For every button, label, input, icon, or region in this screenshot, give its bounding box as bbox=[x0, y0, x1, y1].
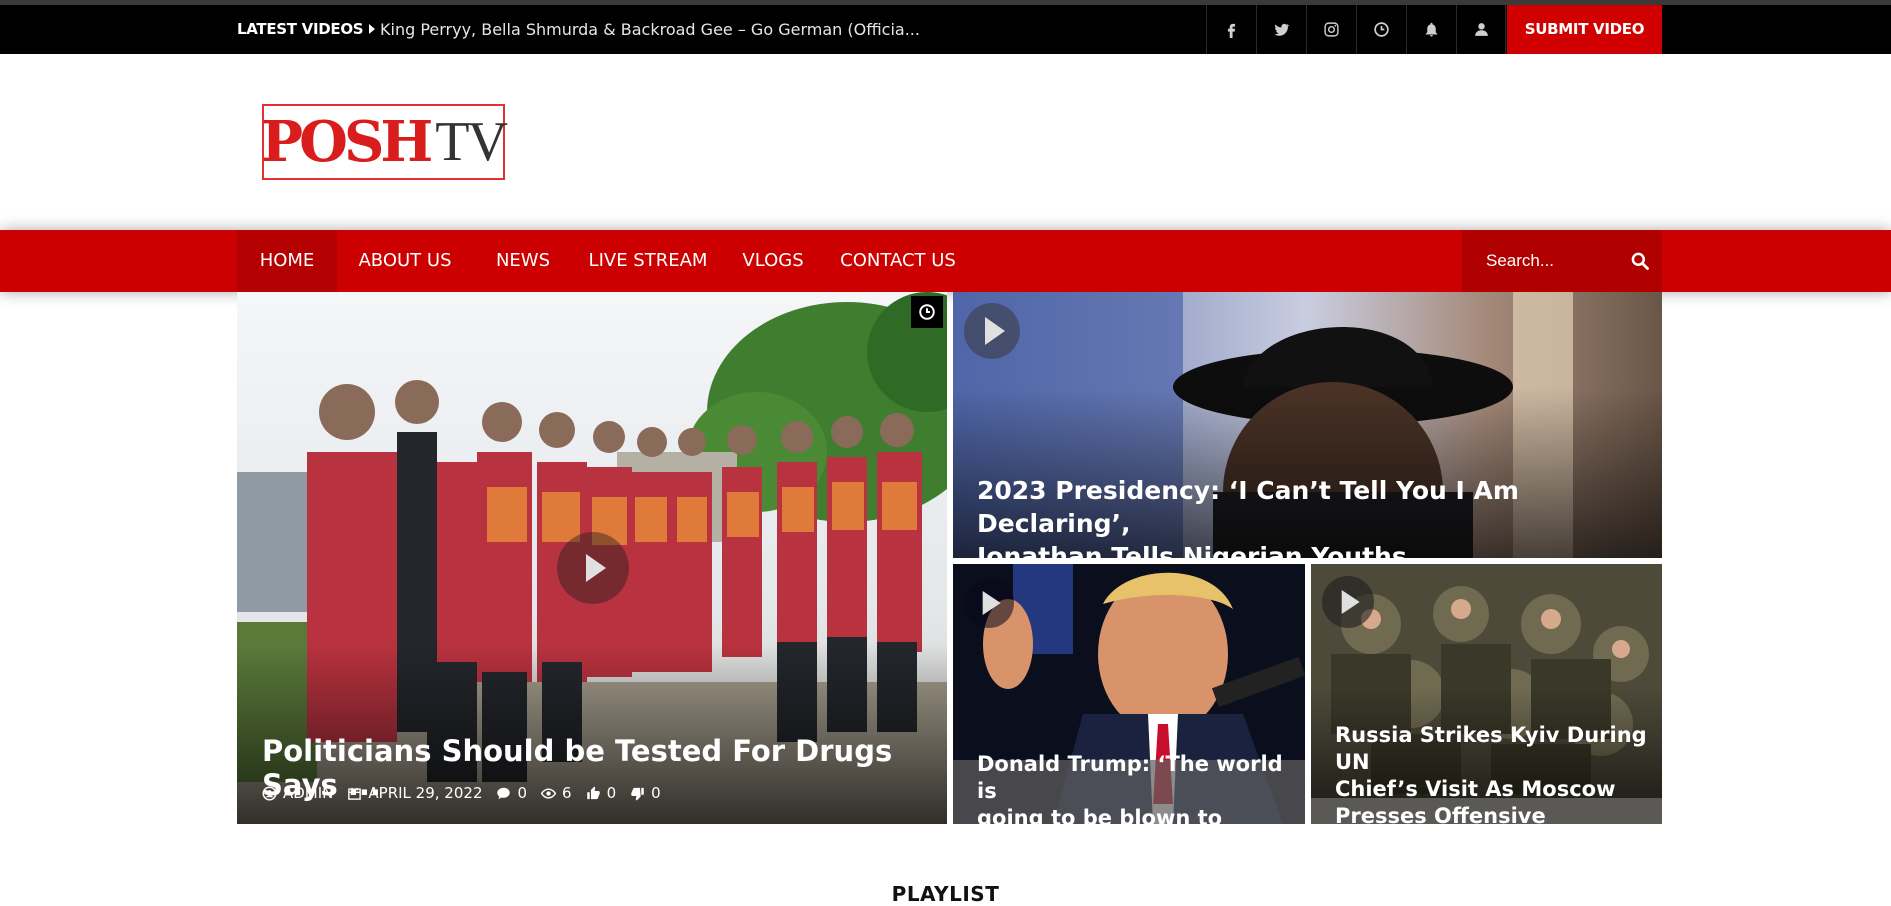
caret-right-icon bbox=[369, 24, 376, 34]
play-icon[interactable] bbox=[1322, 576, 1374, 628]
nav-item-contact-us[interactable]: CONTACT US bbox=[823, 230, 973, 292]
author-name: ADMIN bbox=[283, 784, 334, 802]
history-button[interactable] bbox=[1356, 5, 1406, 54]
search-input[interactable] bbox=[1462, 230, 1612, 292]
thumbs-down-icon bbox=[631, 787, 644, 800]
bottom-left-title-line-1: Donald Trump: ‘The world is bbox=[977, 752, 1283, 803]
facebook-button[interactable] bbox=[1206, 5, 1256, 54]
post-date: APRIL 29, 2022 bbox=[368, 784, 483, 802]
meta-views: 6 bbox=[541, 784, 572, 802]
clock-icon bbox=[919, 304, 935, 320]
nav-item-home[interactable]: HOME bbox=[237, 230, 337, 292]
instagram-icon bbox=[1324, 22, 1339, 37]
nav-item-about-us[interactable]: ABOUT US bbox=[337, 230, 473, 292]
submit-video-button[interactable]: SUBMIT VIDEO bbox=[1507, 5, 1662, 54]
thumbs-up-icon bbox=[586, 786, 600, 799]
calendar-icon bbox=[348, 787, 362, 800]
nav-item-news[interactable]: NEWS bbox=[473, 230, 573, 292]
nav-item-vlogs[interactable]: VLOGS bbox=[723, 230, 823, 292]
bottom-right-title-line-3: Presses Offensive bbox=[1335, 804, 1546, 824]
main-navigation: HOME ABOUT US NEWS LIVE STREAM VLOGS CON… bbox=[0, 230, 1891, 292]
featured-top-right-tile[interactable]: 2023 Presidency: ‘I Can’t Tell You I Am … bbox=[953, 292, 1662, 558]
dislike-count: 0 bbox=[651, 784, 661, 802]
meta-comments: 0 bbox=[496, 784, 527, 802]
watch-later-button[interactable] bbox=[911, 296, 943, 328]
comment-count: 0 bbox=[517, 784, 528, 802]
play-icon[interactable] bbox=[964, 303, 1020, 359]
like-count: 0 bbox=[606, 784, 617, 802]
account-button[interactable] bbox=[1456, 5, 1506, 54]
notifications-button[interactable] bbox=[1406, 5, 1456, 54]
instagram-button[interactable] bbox=[1306, 5, 1356, 54]
meta-dislikes[interactable]: 0 bbox=[630, 784, 661, 802]
top-bar: LATEST VIDEOS King Perryy, Bella Shmurda… bbox=[0, 0, 1891, 54]
featured-bottom-right-tile[interactable]: Russia Strikes Kyiv During UN Chief’s Vi… bbox=[1311, 564, 1662, 824]
bottom-right-title[interactable]: Russia Strikes Kyiv During UN Chief’s Vi… bbox=[1335, 722, 1662, 824]
featured-main-meta: ADMIN APRIL 29, 2022 0 6 0 0 bbox=[262, 784, 661, 802]
search-icon[interactable] bbox=[1630, 251, 1650, 271]
nav-search bbox=[1462, 230, 1662, 292]
play-icon[interactable] bbox=[557, 532, 629, 604]
playlist-heading: PLAYLIST bbox=[891, 882, 1000, 906]
top-right-title-line-1: 2023 Presidency: ‘I Can’t Tell You I Am … bbox=[977, 476, 1519, 538]
social-icons bbox=[1206, 5, 1506, 54]
twitter-icon bbox=[1274, 23, 1290, 36]
latest-videos-text: LATEST VIDEOS bbox=[237, 20, 364, 38]
top-right-title[interactable]: 2023 Presidency: ‘I Can’t Tell You I Am … bbox=[977, 474, 1662, 558]
featured-bottom-left-tile[interactable]: Donald Trump: ‘The world is going to be … bbox=[953, 564, 1305, 824]
nav-item-live-stream[interactable]: LIVE STREAM bbox=[573, 230, 723, 292]
logo-tv-text: TV bbox=[435, 111, 508, 173]
bell-icon bbox=[1425, 22, 1438, 37]
latest-videos-label: LATEST VIDEOS bbox=[237, 5, 376, 54]
latest-video-ticker-link[interactable]: King Perryy, Bella Shmurda & Backroad Ge… bbox=[380, 5, 920, 54]
site-logo[interactable]: POSH TV bbox=[261, 104, 508, 180]
bottom-left-title-line-2: going to be blown to pieces’ bbox=[977, 806, 1223, 824]
twitter-button[interactable] bbox=[1256, 5, 1306, 54]
eye-icon bbox=[541, 787, 557, 799]
user-icon bbox=[1474, 23, 1488, 36]
meta-author[interactable]: ADMIN bbox=[262, 784, 333, 802]
logo-posh-text: POSH bbox=[261, 109, 433, 175]
meta-likes[interactable]: 0 bbox=[586, 784, 617, 802]
bottom-right-title-line-1: Russia Strikes Kyiv During UN bbox=[1335, 723, 1647, 774]
top-bar-inner: LATEST VIDEOS King Perryy, Bella Shmurda… bbox=[237, 5, 1662, 54]
user-circle-icon bbox=[262, 786, 277, 800]
comment-icon bbox=[497, 787, 511, 799]
nav-inner: HOME ABOUT US NEWS LIVE STREAM VLOGS CON… bbox=[237, 230, 1662, 292]
bottom-right-title-line-2: Chief’s Visit As Moscow bbox=[1335, 777, 1616, 801]
view-count: 6 bbox=[562, 784, 572, 802]
facebook-icon bbox=[1227, 23, 1236, 38]
bottom-left-title[interactable]: Donald Trump: ‘The world is going to be … bbox=[977, 751, 1305, 824]
play-icon[interactable] bbox=[964, 578, 1014, 628]
meta-date: APRIL 29, 2022 bbox=[347, 784, 482, 802]
featured-main-tile[interactable]: Politicians Should be Tested For Drugs S… bbox=[237, 292, 947, 824]
clock-icon bbox=[1374, 22, 1389, 37]
top-right-title-line-2: Jonathan Tells Nigerian Youths bbox=[977, 542, 1407, 558]
